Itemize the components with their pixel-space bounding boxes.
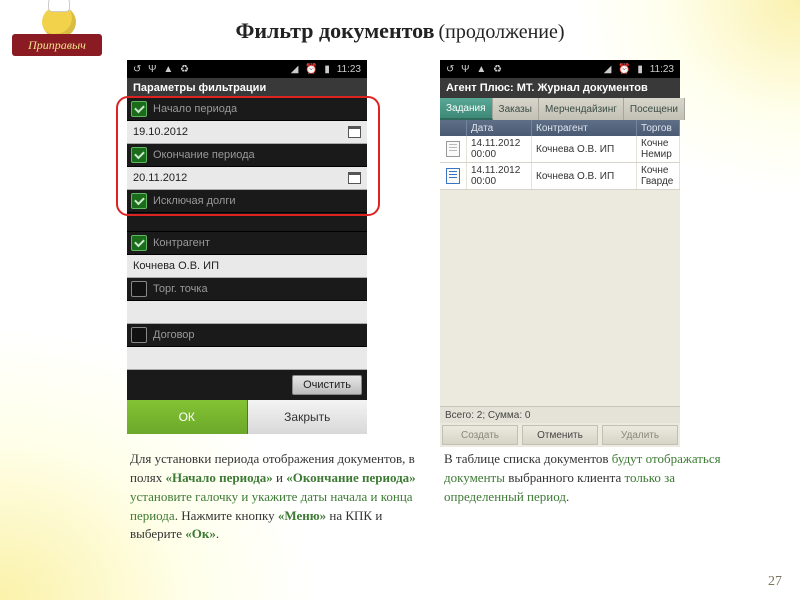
th-contragent[interactable]: Контрагент: [532, 120, 637, 136]
clock-icon: ⏰: [305, 64, 317, 75]
usb-icon: Ψ: [461, 64, 469, 75]
label-dogovor: Договор: [153, 329, 195, 341]
signal-icon: ◢: [604, 64, 612, 75]
checkbox-torg-point[interactable]: [131, 281, 147, 297]
sync-icon: ↺: [133, 64, 141, 75]
ok-button[interactable]: ОК: [127, 400, 248, 434]
label-torg-point: Торг. точка: [153, 283, 208, 295]
clear-button[interactable]: Очистить: [292, 375, 362, 395]
warning-icon: ▲: [476, 64, 486, 75]
refresh-icon: ♻: [493, 64, 502, 75]
label-begin-period: Начало периода: [153, 103, 237, 115]
cell-torg: Кочне Немир: [637, 136, 680, 162]
cell-contragent: Кочнева О.В. ИП: [532, 163, 637, 189]
filter-form: Начало периода 19.10.2012 Окончание пери…: [127, 98, 367, 400]
screenshot-doc-journal: ↺ Ψ ▲ ♻ ◢ ⏰ ▮ 11:23 Агент Плюс: МТ. Журн…: [440, 60, 680, 447]
battery-icon: ▮: [637, 64, 643, 75]
checkbox-end-period[interactable]: [131, 147, 147, 163]
calendar-icon[interactable]: [348, 172, 361, 184]
tab-bar: Задания Заказы Мерчендайзинг Посещени: [440, 98, 680, 120]
refresh-icon: ♻: [180, 64, 189, 75]
footer-buttons: Создать Отменить Удалить: [440, 423, 680, 447]
signal-icon: ◢: [291, 64, 299, 75]
list-empty-space: [440, 190, 680, 406]
checkbox-dogovor[interactable]: [131, 327, 147, 343]
page-number: 27: [768, 574, 782, 590]
label-contragent: Контрагент: [153, 237, 210, 249]
checkbox-contragent[interactable]: [131, 235, 147, 251]
value-begin-date: 19.10.2012: [133, 126, 188, 138]
status-bar: ↺ Ψ ▲ ♻ ◢ ⏰ ▮ 11:23: [127, 60, 367, 78]
row-contragent[interactable]: Контрагент: [127, 232, 367, 255]
page-title-sub: (продолжение): [438, 21, 564, 43]
label-excl-debts: Исключая долги: [153, 195, 236, 207]
page-title: Фильтр документов (продолжение): [0, 18, 800, 44]
document-icon: [440, 136, 467, 162]
clear-row: Очистить: [127, 370, 367, 400]
create-button[interactable]: Создать: [442, 425, 518, 445]
row-begin-period[interactable]: Начало периода: [127, 98, 367, 121]
label-end-period: Окончание периода: [153, 149, 255, 161]
bottom-bar: ОК Закрыть: [127, 400, 367, 434]
footer-summary: Всего: 2; Сумма: 0: [440, 406, 680, 423]
cell-date: 14.11.2012 00:00: [467, 136, 532, 162]
usb-icon: Ψ: [148, 64, 156, 75]
status-bar: ↺ Ψ ▲ ♻ ◢ ⏰ ▮ 11:23: [440, 60, 680, 78]
cancel-button[interactable]: Отменить: [522, 425, 598, 445]
tab-orders[interactable]: Заказы: [493, 98, 539, 120]
th-icon: [440, 120, 467, 136]
cell-contragent: Кочнева О.В. ИП: [532, 136, 637, 162]
checkbox-excl-debts[interactable]: [131, 193, 147, 209]
window-title: Агент Плюс: МТ. Журнал документов: [440, 78, 680, 98]
screenshot-filter-params: ↺ Ψ ▲ ♻ ◢ ⏰ ▮ 11:23 Параметры фильтрации…: [127, 60, 367, 434]
row-excl-debts[interactable]: Исключая долги: [127, 190, 367, 213]
document-icon: [440, 163, 467, 189]
status-time: 11:23: [650, 64, 674, 75]
th-torg[interactable]: Торгов: [637, 120, 680, 136]
input-end-date[interactable]: 20.11.2012: [127, 167, 367, 190]
row-end-period[interactable]: Окончание периода: [127, 144, 367, 167]
row-torg-point[interactable]: Торг. точка: [127, 278, 367, 301]
table-row[interactable]: 14.11.2012 00:00 Кочнева О.В. ИП Кочне Г…: [440, 163, 680, 190]
calendar-icon[interactable]: [348, 126, 361, 138]
cell-torg: Кочне Гварде: [637, 163, 680, 189]
battery-icon: ▮: [324, 64, 330, 75]
table-row[interactable]: 14.11.2012 00:00 Кочнева О.В. ИП Кочне Н…: [440, 136, 680, 163]
tab-tasks[interactable]: Задания: [440, 98, 493, 120]
page-title-main: Фильтр документов: [235, 18, 434, 43]
th-date[interactable]: Дата: [467, 120, 532, 136]
spacer: [127, 213, 367, 232]
sync-icon: ↺: [446, 64, 454, 75]
row-dogovor[interactable]: Договор: [127, 324, 367, 347]
input-begin-date[interactable]: 19.10.2012: [127, 121, 367, 144]
status-time: 11:23: [337, 64, 361, 75]
tab-visits[interactable]: Посещени: [624, 98, 685, 120]
input-dogovor[interactable]: [127, 347, 367, 370]
warning-icon: ▲: [163, 64, 173, 75]
clock-icon: ⏰: [618, 64, 630, 75]
caption-left: Для установки периода отображения докуме…: [130, 450, 420, 544]
tab-merch[interactable]: Мерчендайзинг: [539, 98, 624, 120]
delete-button[interactable]: Удалить: [602, 425, 678, 445]
journal-body: Задания Заказы Мерчендайзинг Посещени Да…: [440, 98, 680, 447]
window-title: Параметры фильтрации: [127, 78, 367, 98]
checkbox-begin-period[interactable]: [131, 101, 147, 117]
cell-date: 14.11.2012 00:00: [467, 163, 532, 189]
value-end-date: 20.11.2012: [133, 172, 187, 184]
table-header: Дата Контрагент Торгов: [440, 120, 680, 136]
close-button[interactable]: Закрыть: [248, 400, 368, 434]
input-torg-point[interactable]: [127, 301, 367, 324]
input-contragent[interactable]: Кочнева О.В. ИП: [127, 255, 367, 278]
caption-right: В таблице списка документов будут отобра…: [444, 450, 744, 507]
value-contragent: Кочнева О.В. ИП: [133, 260, 219, 272]
